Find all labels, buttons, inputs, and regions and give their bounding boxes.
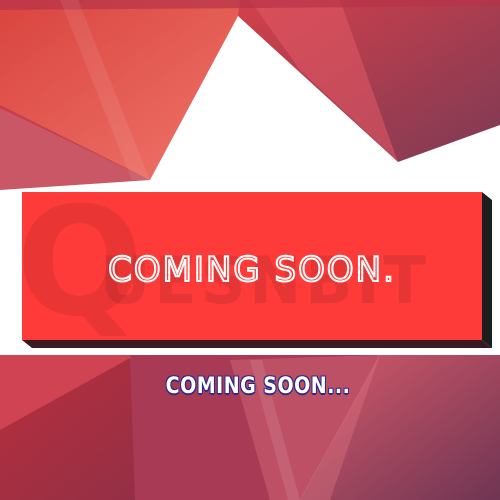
coming-soon-banner: Q UESNBIT COMING SOON. xyxy=(22,192,492,348)
headline: COMING SOON. xyxy=(107,249,396,291)
banner-face: Q UESNBIT COMING SOON. xyxy=(22,192,482,340)
subtitle: COMING SOON... xyxy=(165,373,351,399)
